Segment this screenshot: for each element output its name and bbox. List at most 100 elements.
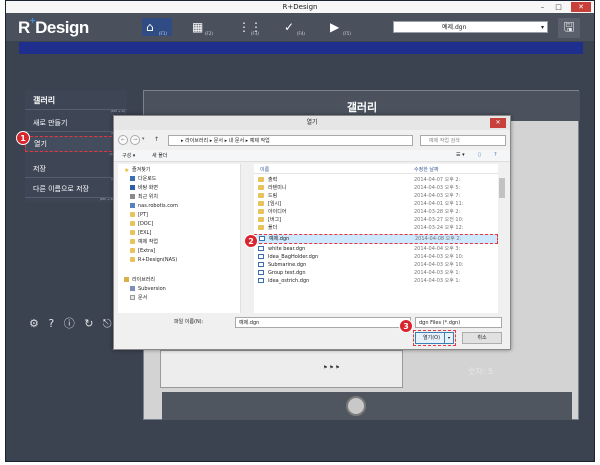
nav-libraries[interactable]: 라이브러리 [118, 276, 241, 285]
nav-rdesign-nas[interactable]: R+Design(NAS) [118, 256, 241, 265]
dgn-file-icon [258, 278, 264, 283]
search-input[interactable]: 예제 작업 검색 [420, 135, 506, 146]
gallery-bottom-bar [162, 392, 572, 420]
gallery-preview [160, 350, 403, 388]
folder-icon [258, 217, 264, 222]
nav-documents[interactable]: 문서 [118, 294, 241, 303]
folder-icon [130, 221, 135, 226]
folder-icon [258, 177, 264, 182]
file-list: 이름 수정한 날짜 출력 2014-04-07 오후 2: 라텐미니 2014-04… [254, 164, 506, 313]
list-item[interactable]: idea_ostrich.dgn 2014-04-03 오후 1: [254, 277, 498, 285]
menu-save-as[interactable]: 다른 이름으로 저장(Ctrl + Shift + S) [25, 182, 127, 201]
check-tab[interactable]: ✓ (F4) [280, 18, 310, 36]
new-folder-button[interactable]: 새 폴더 [152, 152, 167, 159]
organize-button[interactable]: 구성 ▾ [122, 152, 135, 159]
forward-icon[interactable]: → [130, 135, 140, 145]
parts-tab[interactable]: ⋮⋮ (F3) [234, 18, 264, 36]
list-item[interactable]: 아이디어 2014-03-28 오후 2: [254, 208, 498, 216]
step-marker-1: 1 [16, 131, 30, 145]
breadcrumb[interactable]: ▸ 라이브러리 ▸ 문서 ▸ 내 문서 ▸ 예제 작업 [168, 135, 413, 146]
nav-desktop[interactable]: 바탕 화면 [118, 184, 241, 193]
column-name[interactable]: 이름 [260, 166, 269, 173]
home-tab[interactable]: ⌂ (F1) [142, 18, 172, 36]
folder-icon [130, 212, 135, 217]
dgn-file-icon [259, 236, 265, 241]
list-item[interactable]: Idea_BagHolder.dgn 2014-04-03 오후 10: [254, 253, 498, 261]
column-date[interactable]: 수정한 날짜 [414, 166, 439, 173]
nav-extra[interactable]: [Extra] [118, 247, 241, 256]
dialog-title: 열기 [114, 116, 510, 130]
nav-subversion[interactable]: Subversion [118, 285, 241, 294]
list-item[interactable]: 라텐미니 2014-04-03 오후 5: [254, 184, 498, 192]
help-icon[interactable]: ? [494, 152, 497, 158]
menu-save[interactable]: 저장(Ctrl + S) [25, 162, 127, 181]
nav-favorites[interactable]: ★ 즐겨찾기 [118, 166, 241, 175]
dialog-close-button[interactable]: ✕ [490, 118, 506, 128]
folder-icon [130, 230, 135, 235]
step-marker-2: 2 [244, 234, 258, 248]
list-item[interactable]: 출력 2014-04-07 오후 2: [254, 176, 498, 184]
close-button[interactable]: ✕ [571, 2, 591, 12]
list-item[interactable]: 폴더 2014-03-24 오후 12: [254, 224, 498, 232]
star-icon: ★ [124, 167, 130, 174]
list-item[interactable]: Group test.dgn 2014-04-03 오후 1: [254, 269, 498, 277]
list-item-selected[interactable]: 예제.dgn 2014-04-08 오후 2: [254, 234, 498, 244]
home-icon: ⌂ [146, 20, 154, 34]
list-item[interactable]: [임시] 2014-04-01 오후 11: [254, 200, 498, 208]
step-marker-3: 3 [399, 319, 413, 333]
folder-icon [258, 193, 264, 198]
minimize-button[interactable]: – [536, 2, 549, 12]
scrollbar-thumb[interactable] [499, 178, 505, 198]
maximize-button[interactable]: □ [552, 2, 565, 12]
play-tab[interactable]: ▶ (F5) [326, 18, 356, 36]
nav-pt[interactable]: [PT] [118, 211, 241, 220]
gallery-title: 갤러리 [346, 101, 378, 114]
save-icon[interactable]: 🖫 [558, 18, 580, 38]
file-type-select[interactable]: dgn Files (*.dgn) [415, 317, 502, 328]
assemble-tab[interactable]: ▦ (F2) [188, 18, 218, 36]
view-icon[interactable]: ☰ ▾ [456, 152, 465, 158]
download-icon [130, 176, 135, 181]
nav-recent[interactable]: 최근 위치 [118, 193, 241, 202]
filename-input[interactable]: 예제.dgn [235, 317, 411, 328]
list-item[interactable]: white bear.dgn 2014-04-04 오후 3: [254, 245, 498, 253]
up-icon[interactable]: ↑ [154, 136, 159, 143]
desktop-icon [130, 185, 135, 190]
nav-nas[interactable]: nas.robotis.com [118, 202, 241, 211]
network-icon [130, 203, 135, 208]
dialog-toolbar: 구성 ▾ 새 폴더 ☰ ▾ ▯ ? [114, 150, 510, 162]
back-icon[interactable]: ← [118, 135, 128, 145]
folder-icon [130, 257, 135, 262]
check-icon: ✓ [284, 20, 295, 34]
menu-open[interactable]: 열기(Ctrl + O) [25, 136, 127, 156]
recent-locations-icon[interactable]: ▾ [142, 136, 145, 142]
list-item[interactable]: [버그] 2014-03-27 오전 10: [254, 216, 498, 224]
app-logo: R+Design [18, 16, 89, 37]
dgn-file-icon [258, 254, 264, 259]
folder-icon [258, 201, 264, 206]
chevron-down-icon: ▾ [540, 24, 544, 31]
file-select[interactable]: 예제.dgn ▾ [393, 21, 548, 33]
nav-example-work[interactable]: 예제 작업 [118, 238, 241, 247]
side-menu: 갤러리(Ctrl + G) 새로 만들기(Ctrl + N) 열기(Ctrl +… [25, 90, 127, 202]
dgn-file-icon [258, 262, 264, 267]
gallery-counter: 숫자: 5 [468, 367, 494, 376]
window-title: R+Design [6, 1, 594, 13]
filename-row: 파일 이름(N): 예제.dgn dgn Files (*.dgn) [114, 317, 510, 329]
settings-icon-row[interactable]: ⚙ ? ⓘ ↻ ⎋ [29, 315, 115, 331]
gallery-preview-art: ⚑ ⚑ ⚑ [323, 365, 340, 371]
column-header: 이름 수정한 날짜 [254, 164, 498, 174]
menu-gallery[interactable]: 갤러리 (Ctrl + G) [25, 94, 127, 113]
list-item[interactable]: 드림 2014-04-03 오후 7: [254, 192, 498, 200]
dgn-file-icon [258, 270, 264, 275]
preview-pane-icon[interactable]: ▯ [478, 152, 481, 158]
nav-downloads[interactable]: 다운로드 [118, 175, 241, 184]
folder-icon [130, 248, 135, 253]
folder-icon [130, 239, 135, 244]
menu-new[interactable]: 새로 만들기(Ctrl + N) [25, 116, 127, 135]
nav-doc[interactable]: [DOC] [118, 220, 241, 229]
cancel-button[interactable]: 취소 [462, 332, 502, 344]
nav-exl[interactable]: [EXL] [118, 229, 241, 238]
list-item[interactable]: Submarine.dgn 2014-04-03 오후 10: [254, 261, 498, 269]
gallery-action-button[interactable] [346, 396, 366, 416]
